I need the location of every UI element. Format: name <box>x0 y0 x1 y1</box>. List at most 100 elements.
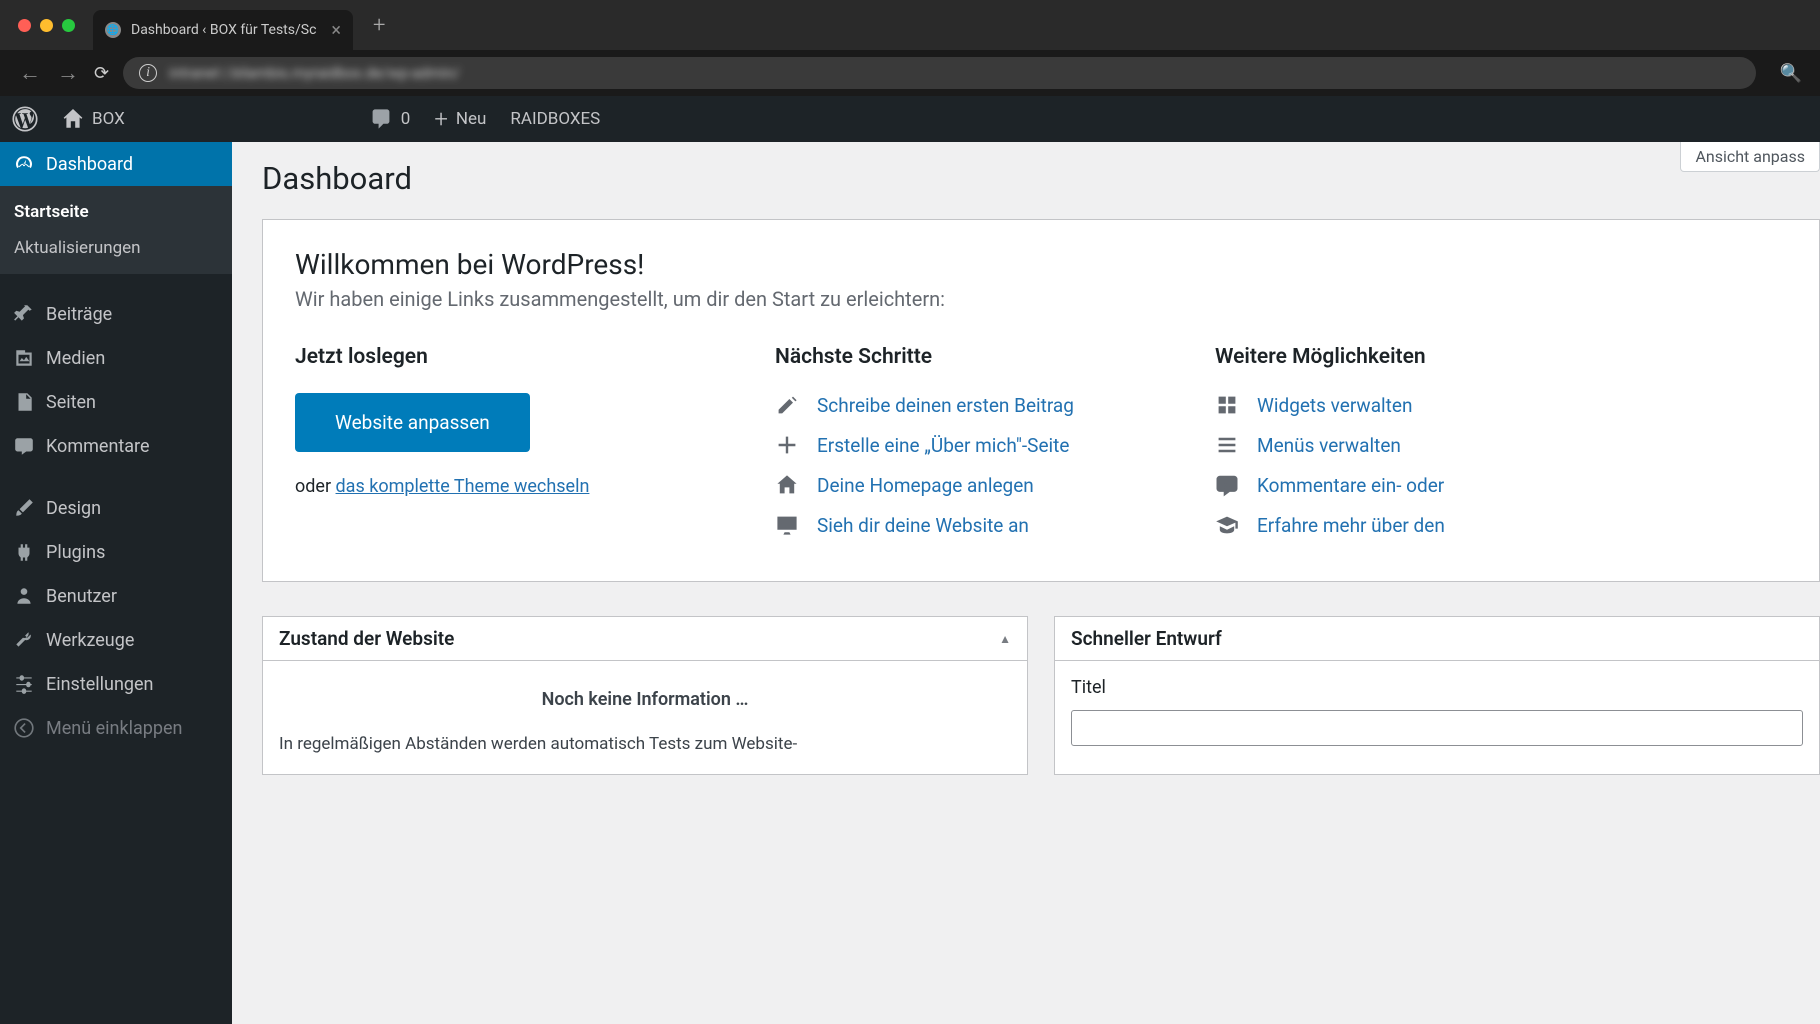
welcome-heading: Willkommen bei WordPress! <box>295 248 1787 281</box>
site-health-header[interactable]: Zustand der Website ▲ <box>263 617 1027 661</box>
search-icon[interactable]: 🔍 <box>1780 63 1802 84</box>
sidebar-label: Einstellungen <box>46 674 153 695</box>
welcome-link-menus[interactable]: Menüs verwalten <box>1215 433 1787 457</box>
submenu-item-home[interactable]: Startseite <box>0 194 232 230</box>
welcome-link-comments-toggle[interactable]: Kommentare ein- oder <box>1215 473 1787 497</box>
screen-options-tab[interactable]: Ansicht anpass <box>1680 142 1820 172</box>
welcome-link-setup-homepage[interactable]: Deine Homepage anlegen <box>775 473 1155 497</box>
site-info-icon[interactable]: i <box>139 64 157 82</box>
home-icon <box>775 473 799 497</box>
quick-draft-title: Schneller Entwurf <box>1071 627 1222 650</box>
sidebar-label: Benutzer <box>46 586 117 607</box>
minimize-window-button[interactable] <box>40 19 53 32</box>
browser-url-bar: ← → ⟳ i intranet | bilambis.myraidbox.de… <box>0 50 1820 96</box>
pin-icon <box>12 302 36 326</box>
sidebar-item-plugins[interactable]: Plugins <box>0 530 232 574</box>
wp-admin-bar: BOX 0 + Neu RAIDBOXES <box>0 96 1820 142</box>
customize-site-button[interactable]: Website anpassen <box>295 393 530 452</box>
sidebar-label: Medien <box>46 348 105 369</box>
browser-tab-bar: 🌐 Dashboard ‹ BOX für Tests/Sc × + <box>0 0 1820 50</box>
pages-icon <box>12 390 36 414</box>
new-tab-button[interactable]: + <box>373 13 385 38</box>
welcome-link-learn-more[interactable]: Erfahre mehr über den <box>1215 513 1787 537</box>
favicon-icon: 🌐 <box>105 22 121 38</box>
quick-draft-box: Schneller Entwurf Titel <box>1054 616 1820 775</box>
page-title: Dashboard <box>262 142 1820 219</box>
welcome-link-add-page[interactable]: Erstelle eine „Über mich"-Seite <box>775 433 1155 457</box>
site-health-no-info: Noch keine Information … <box>279 689 1011 710</box>
welcome-subtitle: Wir haben einige Links zusammengestellt,… <box>295 287 1787 311</box>
site-health-description: In regelmäßigen Abständen werden automat… <box>279 732 1011 758</box>
collapse-icon <box>12 716 36 740</box>
sidebar-item-pages[interactable]: Seiten <box>0 380 232 424</box>
main-content: Ansicht anpass Dashboard Willkommen bei … <box>232 142 1820 1024</box>
wrench-icon <box>12 628 36 652</box>
sidebar-item-settings[interactable]: Einstellungen <box>0 662 232 706</box>
window-controls <box>0 19 93 32</box>
sliders-icon <box>12 672 36 696</box>
sidebar-label: Dashboard <box>46 154 133 175</box>
tab-title: Dashboard ‹ BOX für Tests/Sc <box>131 22 316 38</box>
site-name: BOX <box>92 109 125 129</box>
sidebar-item-users[interactable]: Benutzer <box>0 574 232 618</box>
url-input[interactable]: i intranet | bilambis.myraidbox.de/wp-ad… <box>123 57 1755 89</box>
welcome-link-write-post[interactable]: Schreibe deinen ersten Beitrag <box>775 393 1155 417</box>
sidebar-label: Plugins <box>46 542 105 563</box>
close-tab-button[interactable]: × <box>331 20 341 41</box>
sidebar-label: Kommentare <box>46 436 150 457</box>
submenu-item-updates[interactable]: Aktualisierungen <box>0 230 232 266</box>
sidebar-item-dashboard[interactable]: Dashboard <box>0 142 232 186</box>
sidebar-item-comments[interactable]: Kommentare <box>0 424 232 468</box>
widgets-icon <box>1215 393 1239 417</box>
wp-logo-menu[interactable] <box>0 96 50 142</box>
sidebar-label: Seiten <box>46 392 96 413</box>
or-change-theme-text: oder das komplette Theme wechseln <box>295 476 715 497</box>
plus-icon: + <box>434 105 448 133</box>
plus-icon <box>775 433 799 457</box>
sidebar-item-collapse[interactable]: Menü einklappen <box>0 706 232 750</box>
home-icon <box>62 108 84 130</box>
maximize-window-button[interactable] <box>62 19 75 32</box>
sidebar-item-tools[interactable]: Werkzeuge <box>0 618 232 662</box>
back-button[interactable]: ← <box>18 60 42 86</box>
collapse-toggle-icon[interactable]: ▲ <box>999 632 1011 646</box>
reload-button[interactable]: ⟳ <box>94 63 109 84</box>
plug-icon <box>12 540 36 564</box>
sidebar-item-posts[interactable]: Beiträge <box>0 292 232 336</box>
menu-icon <box>1215 433 1239 457</box>
comment-icon <box>369 107 393 131</box>
wordpress-logo-icon <box>12 106 38 132</box>
new-content-menu[interactable]: + Neu <box>422 96 498 142</box>
change-theme-link[interactable]: das komplette Theme wechseln <box>336 476 590 497</box>
desktop-icon <box>775 513 799 537</box>
comments-count: 0 <box>401 109 411 129</box>
welcome-link-widgets[interactable]: Widgets verwalten <box>1215 393 1787 417</box>
next-steps-heading: Nächste Schritte <box>775 345 1155 369</box>
url-text: intranet | bilambis.myraidbox.de/wp-admi… <box>169 64 460 82</box>
admin-sidebar: Dashboard Startseite Aktualisierungen Be… <box>0 142 232 1024</box>
site-name-menu[interactable]: BOX <box>50 96 137 142</box>
comment-off-icon <box>1215 473 1239 497</box>
dashboard-submenu: Startseite Aktualisierungen <box>0 186 232 274</box>
sidebar-label: Beiträge <box>46 304 112 325</box>
quick-draft-header[interactable]: Schneller Entwurf <box>1055 617 1819 661</box>
sidebar-label: Werkzeuge <box>46 630 134 651</box>
sidebar-item-appearance[interactable]: Design <box>0 486 232 530</box>
edit-icon <box>775 393 799 417</box>
media-icon <box>12 346 36 370</box>
close-window-button[interactable] <box>18 19 31 32</box>
raidboxes-menu[interactable]: RAIDBOXES <box>498 96 612 142</box>
dashboard-icon <box>12 152 36 176</box>
brush-icon <box>12 496 36 520</box>
new-label: Neu <box>456 109 487 129</box>
quick-draft-title-input[interactable] <box>1071 710 1803 746</box>
comment-icon <box>12 434 36 458</box>
browser-tab[interactable]: 🌐 Dashboard ‹ BOX für Tests/Sc × <box>93 10 353 50</box>
sidebar-label: Menü einklappen <box>46 718 182 739</box>
sidebar-item-media[interactable]: Medien <box>0 336 232 380</box>
more-actions-heading: Weitere Möglichkeiten <box>1215 345 1787 369</box>
site-health-title: Zustand der Website <box>279 627 454 650</box>
forward-button[interactable]: → <box>56 60 80 86</box>
welcome-link-view-site[interactable]: Sieh dir deine Website an <box>775 513 1155 537</box>
comments-menu[interactable]: 0 <box>357 96 423 142</box>
